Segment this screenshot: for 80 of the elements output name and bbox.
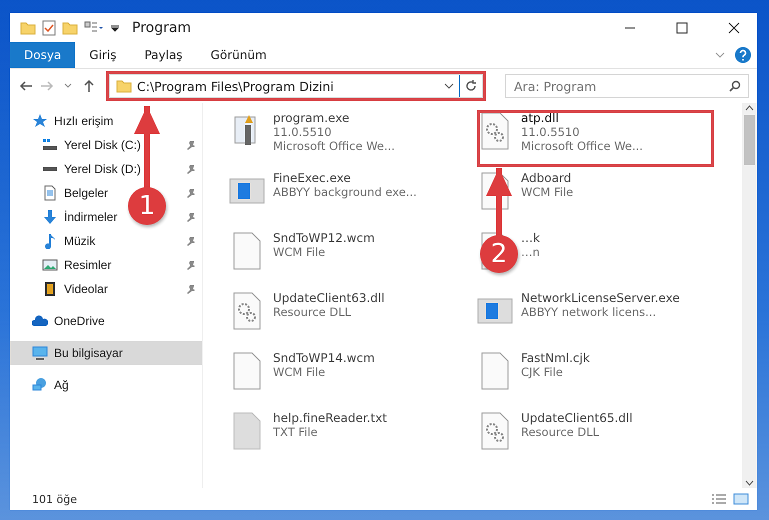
- search-field[interactable]: Ara: Program: [505, 74, 749, 98]
- file-name[interactable]: FastNml.cjk: [521, 351, 590, 365]
- sidebar-item[interactable]: Müzik: [64, 234, 96, 248]
- folder-icon: [20, 20, 36, 34]
- cloud-icon: [32, 313, 48, 329]
- scroll-down-icon[interactable]: [745, 480, 754, 486]
- file-detail: 11.0.5510: [521, 125, 581, 139]
- pin-icon[interactable]: [186, 260, 196, 270]
- search-icon[interactable]: [729, 80, 741, 92]
- file-name[interactable]: UpdateClient65.dll: [521, 411, 633, 425]
- file-detail: 11.0.5510: [273, 125, 333, 139]
- sidebar-item[interactable]: OneDrive: [54, 314, 105, 328]
- picture-icon: [42, 257, 58, 273]
- pin-icon[interactable]: [186, 140, 196, 150]
- scroll-thumb[interactable]: [744, 115, 755, 165]
- item-count: 101 öğe: [32, 492, 78, 506]
- sidebar-item[interactable]: Hızlı erişim: [54, 114, 114, 128]
- properties-icon[interactable]: [42, 20, 56, 36]
- drive-icon: [42, 137, 58, 153]
- file-name[interactable]: help.fineReader.txt: [273, 411, 387, 425]
- address-bar[interactable]: C:\Program Files\Program Dizini: [109, 74, 483, 98]
- sidebar-item[interactable]: Bu bilgisayar: [54, 346, 123, 360]
- film-icon: [42, 281, 58, 297]
- scroll-up-icon[interactable]: [745, 105, 754, 111]
- sidebar-item[interactable]: Belgeler: [64, 186, 108, 200]
- star-icon: [32, 113, 48, 129]
- file-detail: WCM File: [273, 365, 326, 379]
- file-name[interactable]: …k: [521, 231, 540, 245]
- pin-icon[interactable]: [186, 236, 196, 246]
- document-icon: [42, 185, 58, 201]
- tiles-view-icon[interactable]: [733, 493, 749, 505]
- view-options-icon[interactable]: [84, 20, 104, 34]
- sidebar-item[interactable]: Resimler: [64, 258, 112, 272]
- file-name[interactable]: SndToWP12.wcm: [273, 231, 375, 245]
- file-name[interactable]: UpdateClient63.dll: [273, 291, 385, 305]
- chevron-icon[interactable]: [444, 82, 454, 90]
- file-name[interactable]: FineExec.exe: [273, 171, 417, 185]
- pin-icon[interactable]: [186, 212, 196, 222]
- file-name[interactable]: SndToWP14.wcm: [273, 351, 375, 365]
- sidebar-item[interactable]: Yerel Disk (C:): [64, 138, 141, 152]
- file-detail: Resource DLL: [273, 305, 352, 319]
- chevron-icon: [64, 83, 72, 89]
- download-arrow-icon: [42, 209, 58, 225]
- folder-icon: [116, 79, 132, 93]
- file-detail: …n: [521, 245, 540, 259]
- file-detail: Resource DLL: [521, 425, 600, 439]
- pin-icon[interactable]: [186, 188, 196, 198]
- file-detail: Microsoft Office We...: [273, 139, 395, 153]
- drive-icon: [42, 166, 58, 172]
- file-name[interactable]: program.exe: [273, 111, 395, 125]
- ribbon-tab[interactable]: Görünüm: [196, 42, 281, 68]
- details-view-icon[interactable]: [711, 493, 727, 505]
- close-icon: [728, 22, 740, 34]
- network-icon: [32, 377, 48, 393]
- file-detail: WCM File: [273, 245, 326, 259]
- folder-icon: [62, 20, 78, 34]
- window-title: Program: [132, 20, 192, 36]
- file-name[interactable]: Adboard: [521, 171, 574, 185]
- monitor-icon: [32, 345, 48, 361]
- file-detail: ABBYY network licens...: [521, 305, 658, 319]
- sidebar-item[interactable]: Yerel Disk (D:): [64, 162, 141, 176]
- ribbon-tab[interactable]: Paylaş: [130, 42, 197, 68]
- sidebar-item[interactable]: Videolar: [64, 282, 108, 296]
- ribbon-tab[interactable]: Dosya: [10, 42, 76, 68]
- file-detail: WCM File: [521, 185, 574, 199]
- pin-icon[interactable]: [186, 164, 196, 174]
- ribbon-tab[interactable]: Giriş: [75, 42, 130, 68]
- pin-icon[interactable]: [186, 284, 196, 294]
- file-detail: TXT File: [273, 425, 319, 439]
- sidebar-item[interactable]: İndirmeler: [64, 210, 118, 224]
- file-detail: ABBYY background exe...: [273, 185, 417, 199]
- file-detail: Microsoft Office We...: [521, 139, 643, 153]
- file-detail: CJK File: [521, 365, 564, 379]
- file-name[interactable]: atp.dll: [521, 111, 643, 125]
- caret-icon[interactable]: [110, 22, 120, 32]
- maximize-icon: [676, 22, 688, 34]
- sidebar-item[interactable]: Ağ: [54, 378, 69, 392]
- file-name[interactable]: NetworkLicenseServer.exe: [521, 291, 680, 305]
- scrollbar[interactable]: [742, 103, 757, 488]
- help-icon[interactable]: [735, 47, 751, 63]
